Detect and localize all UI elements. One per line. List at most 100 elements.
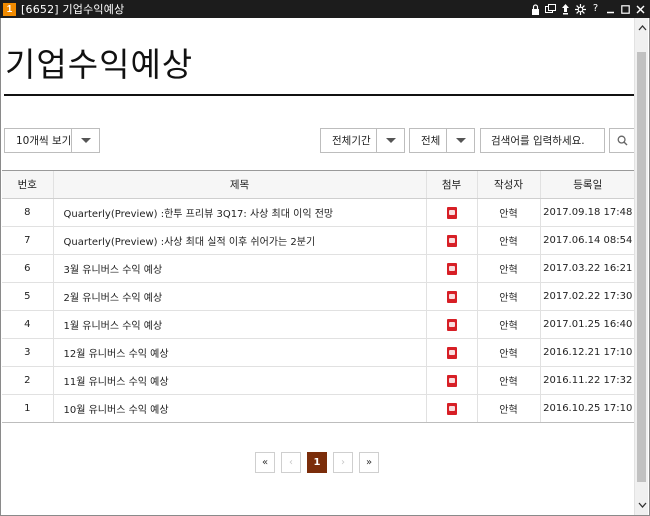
page-content: 기업수익예상 10개씩 보기 전체기간 전체 검색어를 입력하세요. 번호 제목… [2,18,635,515]
period-dropdown-button[interactable] [376,129,404,152]
window-titlebar: 1 [6652] 기업수익예상 ? [0,0,650,18]
row-no: 1 [2,394,53,423]
page-1-button[interactable]: 1 [307,452,327,473]
chevron-down-icon [80,138,91,143]
row-title-link[interactable]: 10월 유니버스 수익 예상 [52,394,426,423]
row-no: 3 [2,338,53,367]
row-date: 2017.03.22 16:21 [539,254,635,283]
pdf-icon[interactable] [446,262,457,275]
page-size-dropdown-button[interactable] [71,129,99,152]
table-row[interactable]: 8 Quarterly(Preview) :한투 프리뷰 3Q17: 사상 최대… [2,198,635,227]
pdf-icon[interactable] [446,346,457,359]
row-no: 6 [2,254,53,283]
row-author: 안혁 [476,282,540,311]
scroll-up-icon[interactable] [635,20,649,36]
row-date: 2016.10.25 17:10 [539,394,635,423]
maximize-icon[interactable] [620,3,631,15]
chevron-down-icon [455,138,466,143]
pdf-icon[interactable] [446,290,457,303]
row-author: 안혁 [476,338,540,367]
table-header-row: 번호 제목 첨부 작성자 등록일 [2,170,635,199]
row-no: 5 [2,282,53,311]
row-author: 안혁 [476,198,540,227]
table-row[interactable]: 3 12월 유니버스 수익 예상 안혁 2016.12.21 17:10 [2,338,635,367]
row-title-link[interactable]: 1월 유니버스 수익 예상 [52,310,426,339]
window-link-icon[interactable] [545,3,556,15]
row-date: 2016.11.22 17:32 [539,366,635,395]
search-button[interactable] [609,128,635,153]
row-attachment[interactable] [425,198,477,227]
page-title: 기업수익예상 [5,45,194,84]
board-table: 번호 제목 첨부 작성자 등록일 8 Quarterly(Preview) :한… [2,170,635,423]
row-title-link[interactable]: 11월 유니버스 수익 예상 [52,366,426,395]
category-select[interactable]: 전체 [409,128,475,153]
settings-icon[interactable] [575,3,586,15]
row-title-link[interactable]: Quarterly(Preview) :사상 최대 실적 이후 쉬어가는 2분기 [52,226,426,255]
period-label: 전체기간 [332,135,371,147]
row-author: 안혁 [476,310,540,339]
pdf-icon[interactable] [446,206,457,219]
header-author: 작성자 [476,170,540,199]
row-date: 2016.12.21 17:10 [539,338,635,367]
category-dropdown-button[interactable] [446,129,474,152]
row-no: 8 [2,198,53,227]
row-date: 2017.02.22 17:30 [539,282,635,311]
row-date: 2017.06.14 08:54 [539,226,635,255]
row-author: 안혁 [476,226,540,255]
row-date: 2017.09.18 17:48 [539,198,635,227]
pdf-icon[interactable] [446,402,457,415]
row-no: 2 [2,366,53,395]
row-attachment[interactable] [425,310,477,339]
table-row[interactable]: 6 3월 유니버스 수익 예상 안혁 2017.03.22 16:21 [2,254,635,283]
chevron-down-icon [385,138,396,143]
row-attachment[interactable] [425,338,477,367]
table-row[interactable]: 1 10월 유니버스 수익 예상 안혁 2016.10.25 17:10 [2,394,635,423]
row-title-link[interactable]: 2월 유니버스 수익 예상 [52,282,426,311]
last-page-button[interactable]: » [359,452,379,473]
row-author: 안혁 [476,394,540,423]
window-title: [6652] 기업수익예상 [21,3,125,16]
row-attachment[interactable] [425,226,477,255]
pin-icon[interactable] [560,3,571,15]
window-frame: 기업수익예상 10개씩 보기 전체기간 전체 검색어를 입력하세요. 번호 제목… [0,18,650,516]
lock-icon[interactable] [530,3,541,15]
row-date: 2017.01.25 16:40 [539,310,635,339]
vertical-scrollbar[interactable] [634,18,648,515]
page-size-select[interactable]: 10개씩 보기 [4,128,100,153]
table-row[interactable]: 2 11월 유니버스 수익 예상 안혁 2016.11.22 17:32 [2,366,635,395]
title-divider [4,94,635,96]
table-row[interactable]: 4 1월 유니버스 수익 예상 안혁 2017.01.25 16:40 [2,310,635,339]
next-page-button[interactable]: › [333,452,353,473]
prev-page-button[interactable]: ‹ [281,452,301,473]
search-icon [617,135,627,146]
row-attachment[interactable] [425,254,477,283]
close-icon[interactable] [635,3,646,15]
search-input[interactable] [480,128,605,153]
row-no: 7 [2,226,53,255]
row-attachment[interactable] [425,394,477,423]
help-icon[interactable]: ? [590,3,601,15]
first-page-button[interactable]: « [255,452,275,473]
pdf-icon[interactable] [446,318,457,331]
scroll-down-icon[interactable] [635,497,649,513]
header-attachment: 첨부 [425,170,477,199]
row-attachment[interactable] [425,366,477,395]
row-no: 4 [2,310,53,339]
table-row[interactable]: 5 2월 유니버스 수익 예상 안혁 2017.02.22 17:30 [2,282,635,311]
period-select[interactable]: 전체기간 [320,128,405,153]
page-size-label: 10개씩 보기 [16,135,72,147]
minimize-icon[interactable] [605,3,616,15]
row-title-link[interactable]: Quarterly(Preview) :한투 프리뷰 3Q17: 사상 최대 이… [52,198,426,227]
window-controls: ? [530,0,646,18]
header-no: 번호 [2,170,53,199]
row-title-link[interactable]: 3월 유니버스 수익 예상 [52,254,426,283]
scrollbar-thumb[interactable] [637,52,646,482]
header-title: 제목 [52,170,426,199]
row-author: 안혁 [476,366,540,395]
row-attachment[interactable] [425,282,477,311]
pagination: « ‹ 1 › » [255,452,379,473]
table-row[interactable]: 7 Quarterly(Preview) :사상 최대 실적 이후 쉬어가는 2… [2,226,635,255]
pdf-icon[interactable] [446,374,457,387]
row-title-link[interactable]: 12월 유니버스 수익 예상 [52,338,426,367]
pdf-icon[interactable] [446,234,457,247]
